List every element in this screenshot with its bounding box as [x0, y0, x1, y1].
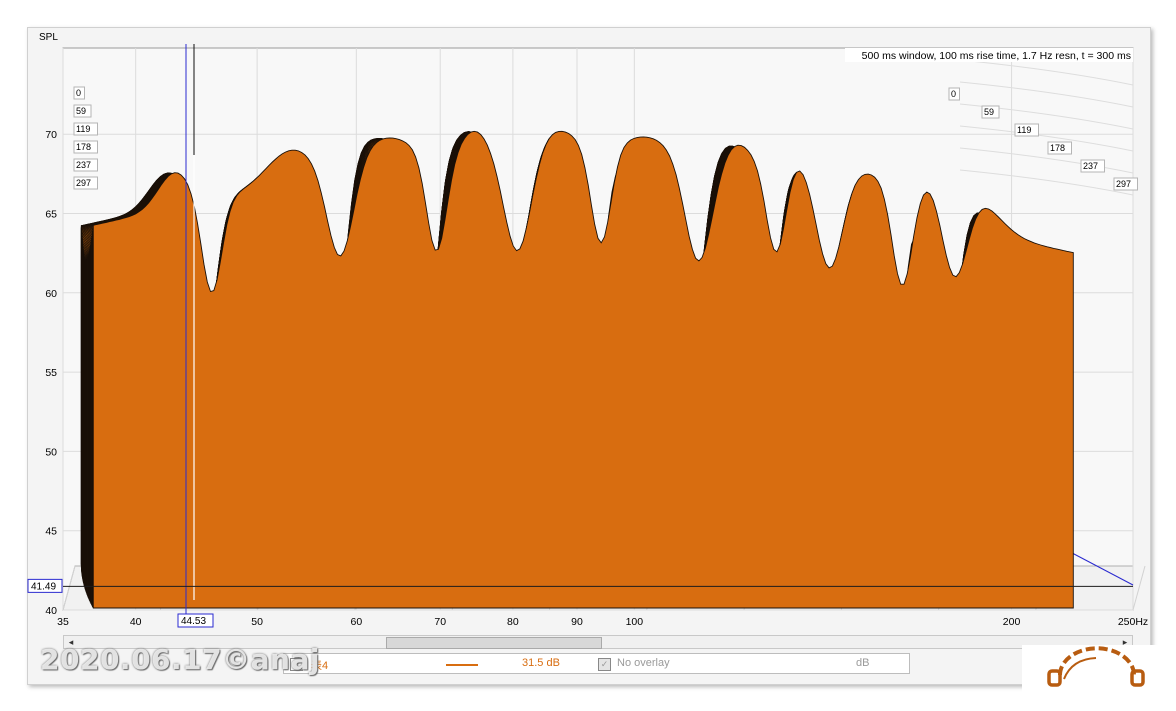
overlay-checkbox[interactable]: ✓ [598, 658, 611, 671]
time-label-right: 237 [1083, 161, 1098, 171]
cursor-spl-readout: 41.49 [31, 581, 56, 592]
time-label-left: 0 [76, 88, 81, 98]
x-tick-label: 250Hz [1118, 616, 1148, 628]
overlay-label: No overlay [617, 657, 670, 669]
cursor-frequency-readout: 44.53 [181, 616, 206, 627]
overlay-db-unit: dB [856, 657, 870, 669]
time-label-left: 297 [76, 178, 91, 188]
waterfall-slice [92, 130, 1074, 609]
headphone-logo [1022, 645, 1170, 705]
measurement-db-value: 31.5 dB [522, 657, 560, 669]
y-tick-label: 65 [45, 209, 57, 221]
x-tick-label: 80 [507, 616, 519, 628]
floor-grid-line [1132, 565, 1146, 611]
x-tick-label: 35 [57, 616, 69, 628]
time-label-left: 178 [76, 142, 91, 152]
x-tick-label: 100 [626, 616, 644, 628]
time-label-left: 59 [76, 106, 86, 116]
waterfall-plot: 35 40 50 60 70 80 90 100 200 250Hz40455055606570 … [27, 32, 1148, 628]
chart-title: 500 ms window, 100 ms rise time, 1.7 Hz … [862, 50, 1131, 62]
time-label-right: 297 [1116, 179, 1131, 189]
x-tick-label: 40 [130, 616, 142, 628]
y-tick-label: 55 [45, 367, 57, 379]
date-watermark: 2020.06.17©anaj [40, 643, 320, 676]
x-tick-label: 50 [251, 616, 263, 628]
time-label-left: 237 [76, 160, 91, 170]
y-tick-label: 70 [45, 129, 57, 141]
y-tick-label: 60 [45, 288, 57, 300]
y-axis-title: SPL [39, 32, 58, 43]
time-label-left: 119 [76, 124, 90, 134]
x-tick-label: 200 [1003, 616, 1021, 628]
x-tick-label: 70 [434, 616, 446, 628]
x-tick-label: 60 [350, 616, 362, 628]
time-label-right: 59 [984, 107, 994, 117]
y-tick-label: 45 [45, 526, 57, 538]
measurement-legend: ✓ 表4 31.5 dB ✓ No overlay dB [283, 653, 910, 674]
scroll-thumb[interactable] [386, 637, 602, 649]
y-tick-label: 40 [45, 605, 57, 617]
headphone-icon [1047, 646, 1145, 687]
measurement-line-swatch [446, 664, 478, 666]
time-label-right: 178 [1050, 143, 1065, 153]
y-tick-label: 50 [45, 446, 57, 458]
x-tick-label: 90 [571, 616, 583, 628]
time-label-right: 0 [951, 89, 956, 99]
time-label-right: 119 [1017, 125, 1031, 135]
